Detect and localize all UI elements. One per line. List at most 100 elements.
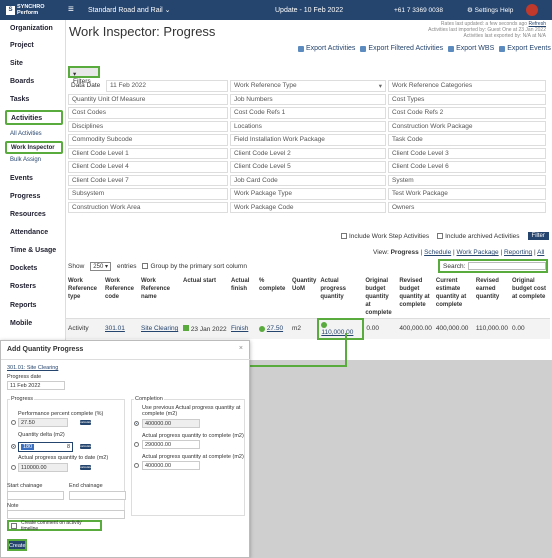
- actual-at-complete-input[interactable]: 400000.00: [142, 461, 200, 470]
- filter-disciplines[interactable]: Disciplines: [68, 120, 228, 132]
- col-percent-complete[interactable]: % complete: [257, 276, 290, 319]
- filter-owners[interactable]: Owners: [388, 201, 546, 213]
- col-revised-budget-qty[interactable]: Revised budget quantity at complete: [397, 276, 434, 319]
- filter-client-code-level-3[interactable]: Client Code Level 3: [388, 147, 546, 159]
- filter-client-code-level-1[interactable]: Client Code Level 1: [68, 147, 228, 159]
- col-current-estimate-qty[interactable]: Current estimate quantity at complete: [434, 276, 474, 319]
- table-row[interactable]: Activity 301.01 Site Clearing 23 Jan 202…: [66, 317, 550, 340]
- col-original-budget-cost[interactable]: Original budget cost at complete: [510, 276, 550, 319]
- filter-work-package-type[interactable]: Work Package Type: [230, 188, 386, 200]
- group-by-checkbox[interactable]: Group by the primary sort column: [142, 263, 247, 270]
- filters-toggle[interactable]: ▾ Filters: [68, 66, 100, 85]
- filter-field-installation-work-package[interactable]: Field Installation Work Package: [230, 134, 386, 146]
- sidebar-item-organization[interactable]: Organization: [10, 25, 53, 32]
- filter-subsystem[interactable]: Subsystem: [68, 188, 228, 200]
- settings-menu[interactable]: ⚙ Settings: [467, 6, 498, 14]
- sidebar-sub-all-activities[interactable]: All Activities: [10, 131, 42, 137]
- filter-client-code-level-4[interactable]: Client Code Level 4: [68, 161, 228, 173]
- include-work-step-checkbox[interactable]: Include Work Step Activities: [341, 233, 429, 240]
- sidebar-item-tasks[interactable]: Tasks: [10, 96, 29, 103]
- filter-cost-code-refs-1[interactable]: Cost Code Refs 1: [230, 107, 386, 119]
- filter-work-package-code[interactable]: Work Package Code: [230, 201, 386, 213]
- end-chainage-input[interactable]: [69, 491, 126, 500]
- quantity-delta-input[interactable]: 180 8: [18, 442, 73, 452]
- edit-percent-icon[interactable]: [259, 325, 265, 332]
- filter-client-code-level-5[interactable]: Client Code Level 5: [230, 161, 386, 173]
- sidebar-item-site[interactable]: Site: [10, 60, 23, 67]
- avatar[interactable]: [526, 4, 538, 16]
- filter-cost-codes[interactable]: Cost Codes: [68, 107, 228, 119]
- filter-construction-work-package[interactable]: Construction Work Package: [388, 120, 546, 132]
- sidebar-item-activities[interactable]: Activities: [5, 110, 63, 125]
- col-work-reference-name[interactable]: Work Reference name: [139, 276, 181, 319]
- create-button[interactable]: Create: [7, 539, 27, 551]
- actual-to-date-calc-pill[interactable]: calculate: [80, 465, 92, 470]
- performance-input[interactable]: 27.50: [18, 418, 68, 427]
- quantity-delta-calc-pill[interactable]: calculate: [80, 444, 92, 449]
- update-selector[interactable]: Update - 10 Feb 2022: [275, 7, 343, 14]
- cell-code-link[interactable]: 301.01: [105, 325, 125, 332]
- col-work-reference-type[interactable]: Work Reference type: [66, 276, 103, 319]
- filter-client-code-level-2[interactable]: Client Code Level 2: [230, 147, 386, 159]
- filter-locations[interactable]: Locations: [230, 120, 386, 132]
- sidebar-sub-bulk-assign[interactable]: Bulk Assign: [10, 157, 41, 163]
- filter-job-numbers[interactable]: Job Numbers: [230, 93, 386, 105]
- actual-to-date-input[interactable]: 110000.00: [18, 463, 68, 472]
- edit-quantity-icon[interactable]: [321, 321, 328, 328]
- sidebar-sub-work-inspector[interactable]: Work Inspector: [5, 141, 63, 154]
- filter-job-card-code[interactable]: Job Card Code: [230, 174, 386, 186]
- search-input[interactable]: [468, 262, 546, 270]
- project-selector[interactable]: Standard Road and Rail ⌄: [88, 6, 171, 14]
- export-events-button[interactable]: Export Events: [499, 45, 551, 52]
- note-input[interactable]: [7, 510, 125, 519]
- sidebar-item-reports[interactable]: Reports: [10, 302, 36, 309]
- actual-to-complete-radio[interactable]: [134, 442, 139, 447]
- col-work-reference-code[interactable]: Work Reference code: [103, 276, 139, 319]
- cell-name-link[interactable]: Site Clearing: [141, 325, 178, 332]
- progress-date-input[interactable]: 11 Feb 2022: [7, 381, 65, 390]
- filter-quantity-uom[interactable]: Quantity Unit Of Measure: [68, 93, 228, 105]
- col-quantity-uom[interactable]: Quantity UoM: [290, 276, 318, 319]
- help-menu[interactable]: Help: [500, 7, 513, 14]
- sidebar-item-project[interactable]: Project: [10, 42, 34, 49]
- sidebar-item-dockets[interactable]: Dockets: [10, 265, 37, 272]
- sidebar-item-progress[interactable]: Progress: [10, 193, 40, 200]
- col-revised-earned-qty[interactable]: Revised earned quantity: [474, 276, 510, 319]
- cell-actual-progress-qty[interactable]: 110,000.00: [321, 329, 353, 336]
- start-chainage-input[interactable]: [7, 491, 64, 500]
- filter-cost-types[interactable]: Cost Types: [388, 93, 546, 105]
- view-all[interactable]: All: [537, 249, 544, 256]
- actual-to-date-radio[interactable]: [11, 465, 16, 470]
- entries-select[interactable]: 250 ▾: [90, 262, 111, 271]
- sidebar-item-mobile[interactable]: Mobile: [10, 320, 32, 327]
- export-activities-button[interactable]: Export Activities: [298, 45, 355, 52]
- filter-system[interactable]: System: [388, 174, 546, 186]
- close-icon[interactable]: ×: [239, 345, 243, 352]
- export-filtered-activities-button[interactable]: Export Filtered Activities: [360, 45, 443, 52]
- sidebar-item-attendance[interactable]: Attendance: [10, 229, 48, 236]
- filter-construction-work-area[interactable]: Construction Work Area: [68, 201, 228, 213]
- col-actual-progress-quantity[interactable]: Actual progress quantity: [318, 276, 363, 319]
- actual-at-complete-radio[interactable]: [134, 463, 139, 468]
- filter-cost-code-refs-2[interactable]: Cost Code Refs 2: [388, 107, 546, 119]
- sidebar-item-resources[interactable]: Resources: [10, 211, 46, 218]
- view-schedule[interactable]: Schedule: [424, 249, 451, 256]
- filter-test-work-package[interactable]: Test Work Package: [388, 188, 546, 200]
- calendar-icon[interactable]: [183, 324, 189, 331]
- col-actual-finish[interactable]: Actual finish: [229, 276, 257, 319]
- create-comment-checkbox[interactable]: Create comment on activity timeline: [7, 520, 102, 532]
- col-original-budget-qty[interactable]: Original budget quantity at complete: [363, 276, 397, 319]
- sidebar-item-boards[interactable]: Boards: [10, 78, 34, 85]
- cell-percent-complete[interactable]: 27.50: [267, 325, 283, 332]
- filter-commodity-subcode[interactable]: Commodity Subcode: [68, 134, 228, 146]
- col-actual-start[interactable]: Actual start: [181, 276, 229, 319]
- filter-task-code[interactable]: Task Code: [388, 134, 546, 146]
- view-work-package[interactable]: Work Package: [457, 249, 499, 256]
- use-previous-radio[interactable]: [134, 421, 139, 426]
- sidebar-item-time-usage[interactable]: Time & Usage: [10, 247, 56, 254]
- view-reporting[interactable]: Reporting: [504, 249, 532, 256]
- performance-calc-pill[interactable]: calculate: [80, 420, 92, 425]
- data-date-input[interactable]: 11 Feb 2022: [106, 80, 228, 92]
- filter-client-code-level-7[interactable]: Client Code Level 7: [68, 174, 228, 186]
- filter-work-reference-type[interactable]: Work Reference Type: [230, 80, 386, 92]
